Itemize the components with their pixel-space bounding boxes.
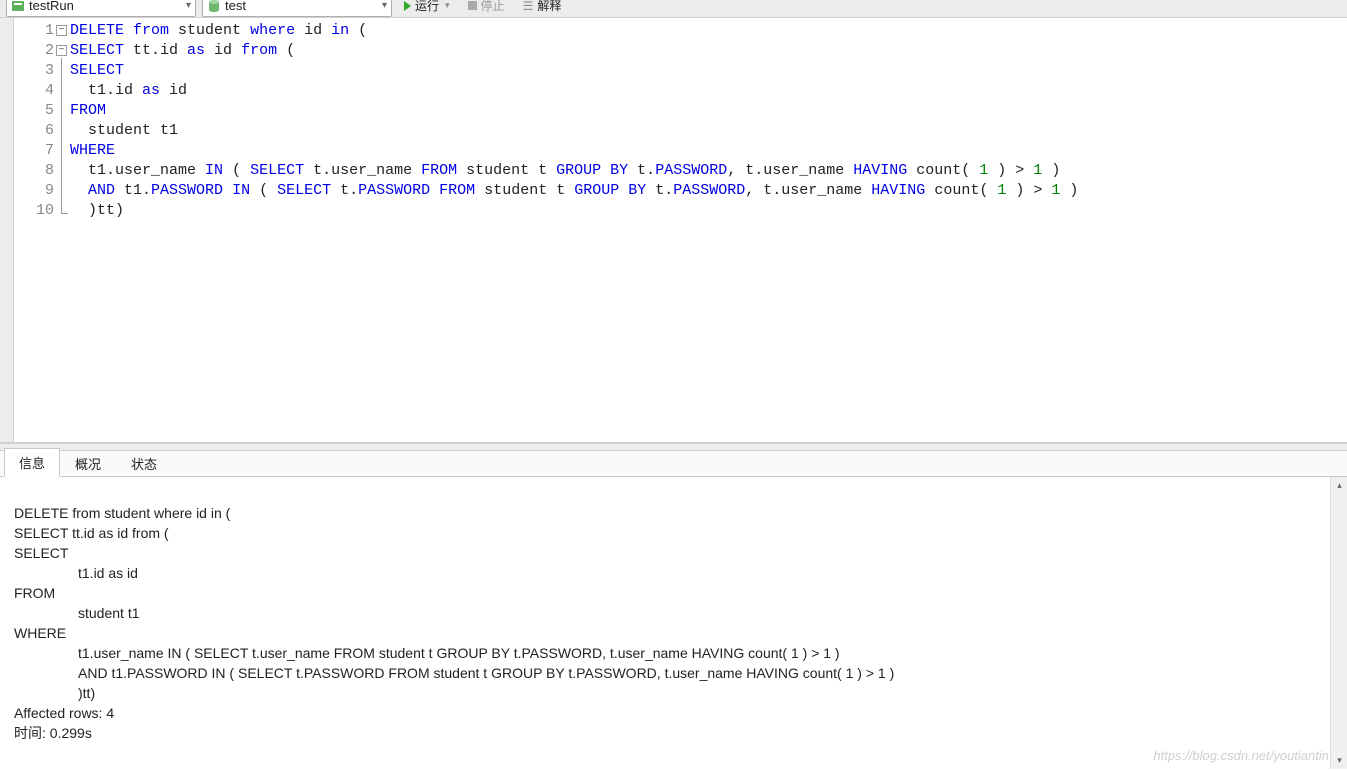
code-line[interactable]: DELETE from student where id in ( (70, 21, 1347, 41)
editor-margin (0, 18, 14, 442)
line-number: 8 (14, 161, 54, 181)
code-line[interactable]: student t1 (70, 121, 1347, 141)
result-tabs: 信息 概况 状态 (0, 451, 1347, 477)
code-line[interactable]: SELECT tt.id as id from ( (70, 41, 1347, 61)
code-line[interactable]: WHERE (70, 141, 1347, 161)
chevron-down-icon[interactable]: ▾ (445, 0, 450, 11)
line-number-gutter: 12345678910 (14, 21, 56, 442)
scroll-up-icon[interactable]: ▴ (1331, 477, 1347, 494)
sql-editor[interactable]: 12345678910 − − DELETE from student wher… (0, 18, 1347, 443)
output-line: SELECT tt.id as id from ( (14, 525, 169, 541)
code-area[interactable]: DELETE from student where id in (SELECT … (70, 21, 1347, 442)
chevron-down-icon: ▾ (382, 0, 387, 11)
code-line[interactable]: AND t1.PASSWORD IN ( SELECT t.PASSWORD F… (70, 181, 1347, 201)
fold-column: − − (56, 21, 70, 442)
line-number: 10 (14, 201, 54, 221)
line-number: 6 (14, 121, 54, 141)
code-line[interactable]: FROM (70, 101, 1347, 121)
line-number: 3 (14, 61, 54, 81)
output-line: DELETE from student where id in ( (14, 505, 230, 521)
stop-icon (468, 1, 477, 10)
output-line: )tt) (14, 683, 1339, 703)
output-panel: DELETE from student where id in ( SELECT… (0, 477, 1347, 769)
output-line: WHERE (14, 625, 66, 641)
stop-button[interactable]: 停止 (462, 0, 511, 17)
tab-profile[interactable]: 概况 (60, 449, 116, 477)
code-line[interactable]: )tt) (70, 201, 1347, 221)
fold-end (61, 208, 68, 214)
tab-status[interactable]: 状态 (116, 449, 172, 477)
output-line: t1.id as id (14, 563, 1339, 583)
line-number: 5 (14, 101, 54, 121)
line-number: 4 (14, 81, 54, 101)
toolbar: testRun ▾ test ▾ 运行 ▾ 停止 ☰ 解释 (0, 0, 1347, 18)
run-label: 运行 (415, 0, 439, 14)
code-line[interactable]: t1.user_name IN ( SELECT t.user_name FRO… (70, 161, 1347, 181)
database-name: test (225, 0, 246, 13)
output-time: 时间: 0.299s (14, 725, 92, 741)
output-affected-rows: Affected rows: 4 (14, 705, 114, 721)
explain-label: 解释 (537, 0, 561, 14)
connection-dropdown[interactable]: testRun ▾ (6, 0, 196, 17)
fold-toggle[interactable]: − (56, 45, 67, 56)
scroll-down-icon[interactable]: ▾ (1331, 752, 1347, 769)
stop-label: 停止 (481, 0, 505, 14)
line-number: 7 (14, 141, 54, 161)
output-line: student t1 (14, 603, 1339, 623)
fold-guide (61, 58, 62, 208)
database-dropdown[interactable]: test ▾ (202, 0, 392, 17)
connection-icon (11, 0, 25, 13)
output-line: AND t1.PASSWORD IN ( SELECT t.PASSWORD F… (14, 663, 1339, 683)
output-line: t1.user_name IN ( SELECT t.user_name FRO… (14, 643, 1339, 663)
line-number: 9 (14, 181, 54, 201)
fold-toggle[interactable]: − (56, 25, 67, 36)
explain-button[interactable]: ☰ 解释 (517, 0, 568, 17)
line-number: 1 (14, 21, 54, 41)
tab-info[interactable]: 信息 (4, 448, 60, 477)
connection-name: testRun (29, 0, 74, 13)
chevron-down-icon: ▾ (186, 0, 191, 11)
code-line[interactable]: t1.id as id (70, 81, 1347, 101)
output-text: DELETE from student where id in ( SELECT… (0, 477, 1347, 769)
splitter[interactable] (0, 443, 1347, 451)
play-icon (404, 1, 411, 11)
explain-icon: ☰ (523, 0, 534, 13)
run-button[interactable]: 运行 ▾ (398, 0, 456, 17)
output-line: FROM (14, 585, 55, 601)
line-number: 2 (14, 41, 54, 61)
output-line: SELECT (14, 545, 68, 561)
scrollbar-vertical[interactable]: ▴ ▾ (1330, 477, 1347, 769)
code-line[interactable]: SELECT (70, 61, 1347, 81)
database-icon (207, 0, 221, 13)
